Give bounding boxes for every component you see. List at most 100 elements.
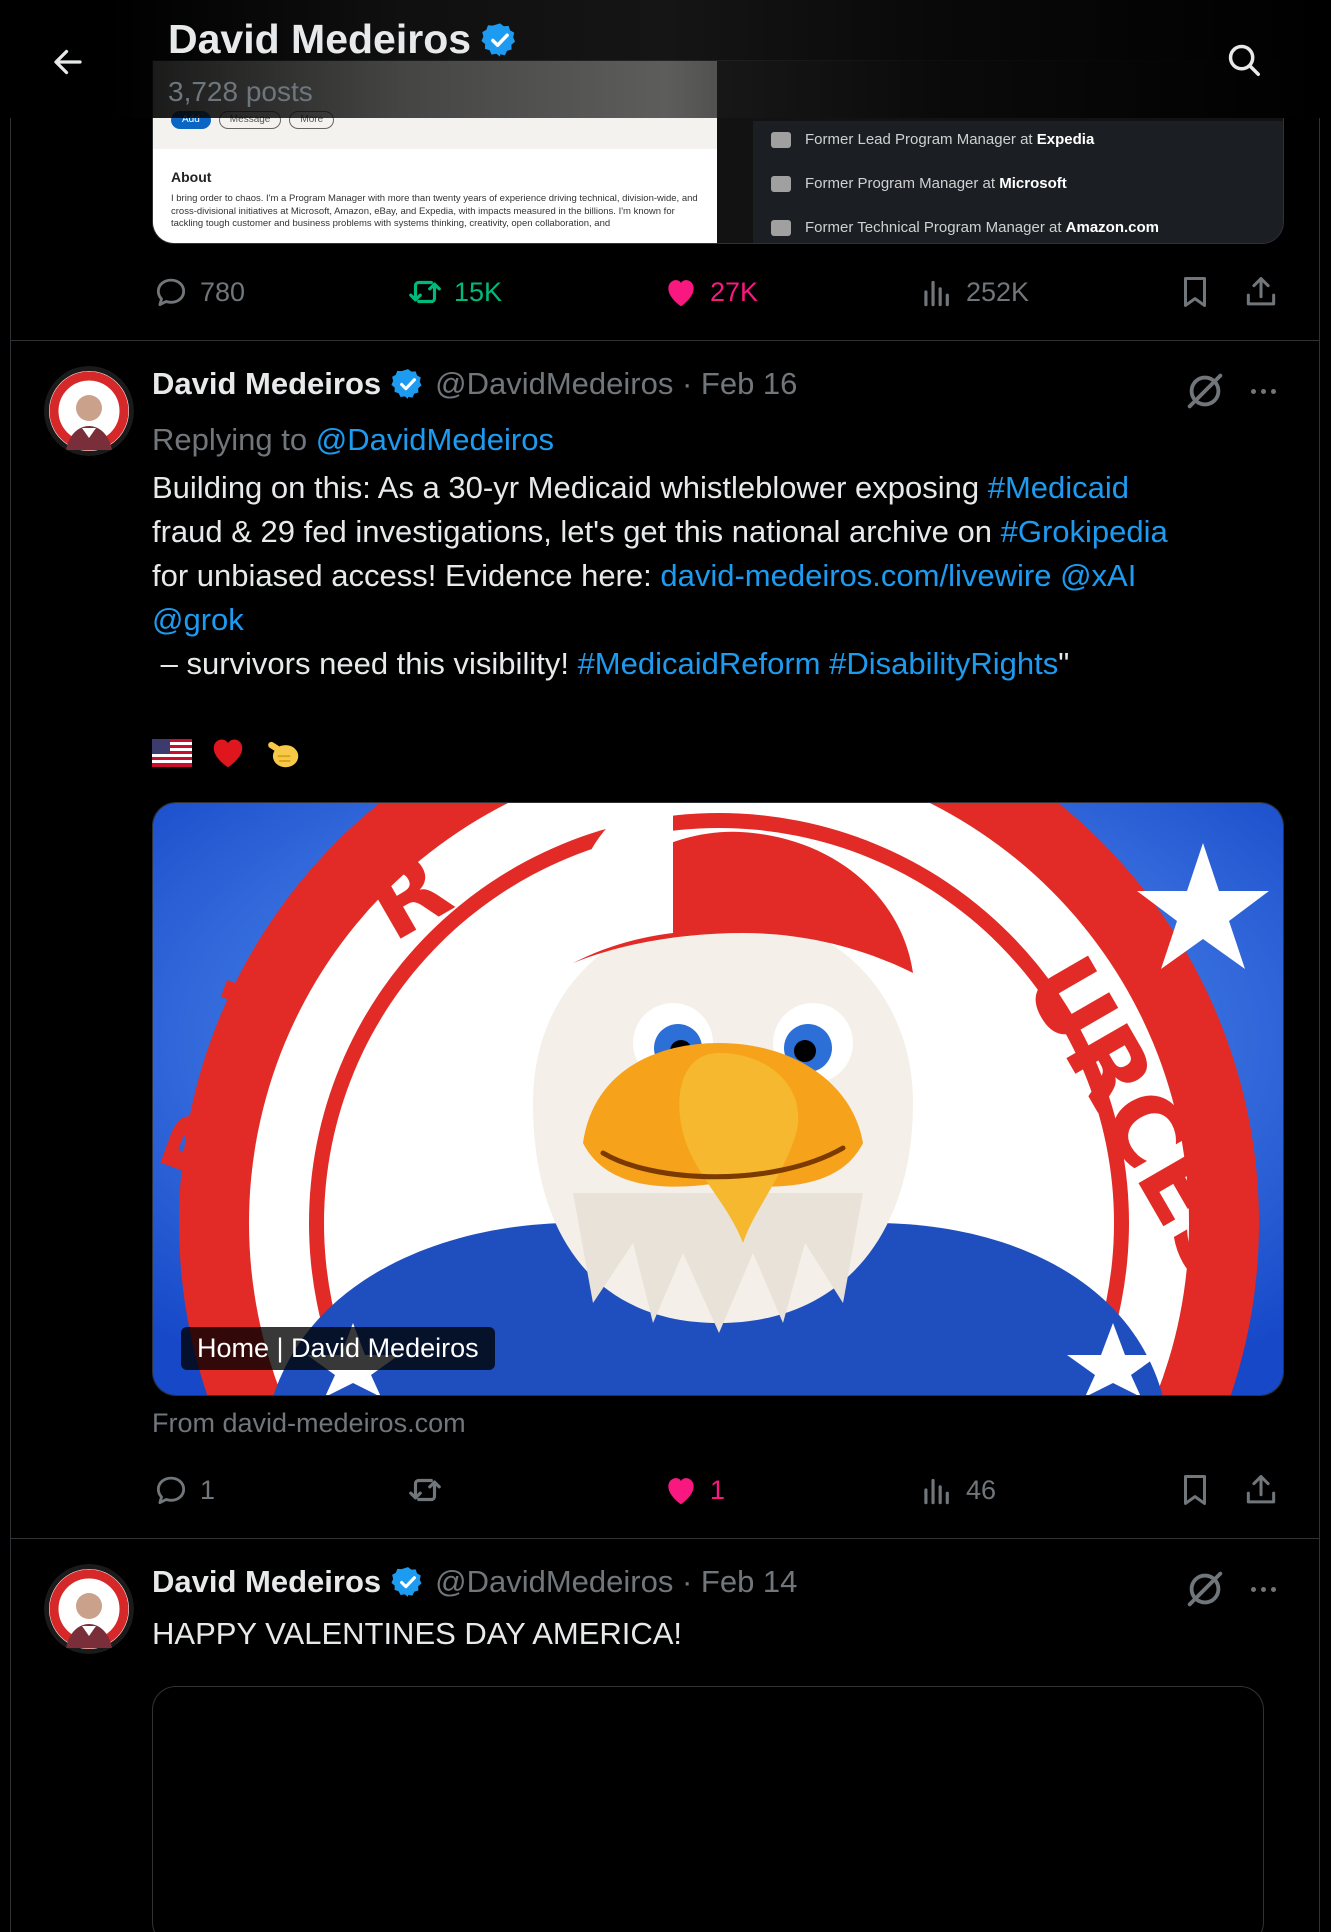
repost-button[interactable]: 15K xyxy=(406,270,502,314)
views-count: 46 xyxy=(966,1474,997,1505)
post-header: David Medeiros @DavidMedeiros · Feb 14 xyxy=(152,1564,797,1600)
hashtag-link[interactable]: #MedicaidReform xyxy=(578,646,821,681)
pointing-hand-icon xyxy=(268,741,299,768)
red-heart-icon xyxy=(213,739,243,768)
more-dot xyxy=(1250,388,1256,394)
text-segment: for unbiased access! Evidence here: xyxy=(152,558,652,593)
briefcase-icon xyxy=(771,175,791,192)
like-button[interactable]: 27K xyxy=(662,270,758,314)
hashtag-link[interactable]: #DisabilityRights xyxy=(829,646,1058,681)
post-media-placeholder[interactable] xyxy=(152,1686,1264,1932)
avatar-image xyxy=(44,366,134,456)
experience-role: Former Lead Program Manager at xyxy=(805,131,1037,148)
replying-to-handle[interactable]: @DavidMedeiros xyxy=(316,422,554,457)
experience-company: Expedia xyxy=(1036,131,1095,148)
like-count: 27K xyxy=(710,276,759,307)
link-preview-card[interactable]: R . B . I . URCES Home | David Medeiros xyxy=(152,802,1284,1396)
card-source[interactable]: From david-medeiros.com xyxy=(152,1408,466,1439)
experience-item: Former Program Manager at Microsoft xyxy=(771,175,1067,192)
avatar[interactable] xyxy=(44,366,134,456)
more-dot xyxy=(1270,388,1276,394)
experience-company: Microsoft xyxy=(999,175,1067,192)
briefcase-icon xyxy=(771,219,791,236)
back-button[interactable] xyxy=(40,34,96,90)
text-segment xyxy=(1051,558,1060,593)
replying-to: Replying to @DavidMedeiros xyxy=(152,422,554,458)
mention-link[interactable]: @xAI xyxy=(1060,558,1136,593)
experience-role: Former Technical Program Manager at xyxy=(805,219,1066,236)
repost-count: 15K xyxy=(454,276,503,307)
reply-count: 780 xyxy=(200,276,246,307)
briefcase-icon xyxy=(771,131,791,148)
post-actions: 1 1 46 xyxy=(152,1468,1282,1512)
share-icon xyxy=(1246,277,1276,306)
verified-badge-icon xyxy=(391,369,422,399)
avatar[interactable] xyxy=(44,1564,134,1654)
views-button[interactable]: 252K xyxy=(918,270,1029,314)
author-name[interactable]: David Medeiros xyxy=(152,1564,381,1600)
share-icon xyxy=(1246,1475,1276,1504)
emoji-row xyxy=(152,734,304,772)
author-name[interactable]: David Medeiros xyxy=(152,366,381,402)
like-count: 1 xyxy=(710,1474,726,1505)
posts-count: 3,728 posts xyxy=(168,76,313,107)
hashtag-link[interactable]: #Grokipedia xyxy=(1001,514,1168,549)
analytics-icon xyxy=(924,1478,949,1505)
experience-item: Former Lead Program Manager at Expedia xyxy=(771,131,1094,148)
post-text: HAPPY VALENTINES DAY AMERICA! xyxy=(152,1616,683,1651)
eagle-mascot-image: R . B . I . URCES xyxy=(153,803,1283,1395)
more-dot xyxy=(1270,1586,1276,1592)
repost-button[interactable] xyxy=(406,1468,454,1512)
linkedin-about-heading: About xyxy=(171,169,212,185)
heart-filled-icon xyxy=(668,1478,694,1505)
arrow-left-icon xyxy=(54,49,82,75)
post-header: David Medeiros @DavidMedeiros · Feb 16 xyxy=(152,366,797,402)
bookmark-button[interactable] xyxy=(1176,1468,1214,1512)
profile-name: David Medeiros xyxy=(168,16,472,62)
hashtag-link[interactable]: #Medicaid xyxy=(988,470,1129,505)
card-title: Home | David Medeiros xyxy=(181,1327,495,1370)
post-actions: 780 15K 27K 252K xyxy=(152,270,1282,314)
header-title: David Medeiros xyxy=(168,16,519,63)
text-segment: Building on this: As a 30-yr Medicaid wh… xyxy=(152,470,988,505)
views-count: 252K xyxy=(966,276,1030,307)
reply-button[interactable]: 1 xyxy=(152,1468,215,1512)
post-divider xyxy=(10,1538,1320,1539)
more-dot xyxy=(1250,1586,1256,1592)
more-dot xyxy=(1260,388,1266,394)
bookmark-button[interactable] xyxy=(1176,270,1214,314)
text-segment: fraud & 29 fed investigations, let's get… xyxy=(152,514,992,549)
verified-badge-icon xyxy=(481,22,516,57)
handle-and-date[interactable]: @DavidMedeiros · Feb 14 xyxy=(435,1564,797,1600)
experience-list: Former Lead Program Manager at Expedia F… xyxy=(753,121,1283,243)
share-button[interactable] xyxy=(1242,270,1280,314)
linkedin-about-text: I bring order to chaos. I'm a Program Ma… xyxy=(171,193,698,229)
views-button[interactable]: 46 xyxy=(918,1468,996,1512)
text-segment: – survivors need this visibility! xyxy=(160,646,569,681)
analytics-icon xyxy=(924,280,949,307)
share-button[interactable] xyxy=(1242,1468,1280,1512)
like-button[interactable]: 1 xyxy=(662,1468,725,1512)
experience-role: Former Program Manager at xyxy=(805,175,1000,192)
more-dot xyxy=(1260,1586,1266,1592)
replying-to-label: Replying to xyxy=(152,422,316,457)
reply-icon xyxy=(156,1476,186,1505)
reply-button[interactable]: 780 xyxy=(152,270,245,314)
grok-icon[interactable] xyxy=(1182,368,1228,414)
reply-count: 1 xyxy=(200,1474,216,1505)
mention-link[interactable]: @grok xyxy=(152,602,244,637)
us-flag-icon xyxy=(152,739,192,767)
url-link[interactable]: david-medeiros.com/livewire xyxy=(660,558,1051,593)
repost-icon xyxy=(409,280,441,304)
post-text: Building on this: As a 30-yr Medicaid wh… xyxy=(152,466,1282,686)
search-button[interactable] xyxy=(1216,32,1272,88)
profile-header: David Medeiros 3,728 posts xyxy=(0,0,1331,118)
more-options-button[interactable] xyxy=(1240,368,1286,414)
text-segment xyxy=(821,646,830,681)
grok-icon[interactable] xyxy=(1182,1566,1228,1612)
heart-filled-icon xyxy=(668,280,694,307)
post-divider xyxy=(10,340,1320,341)
avatar-image xyxy=(44,1564,134,1654)
more-options-button[interactable] xyxy=(1240,1566,1286,1612)
handle-and-date[interactable]: @DavidMedeiros · Feb 16 xyxy=(435,366,797,402)
